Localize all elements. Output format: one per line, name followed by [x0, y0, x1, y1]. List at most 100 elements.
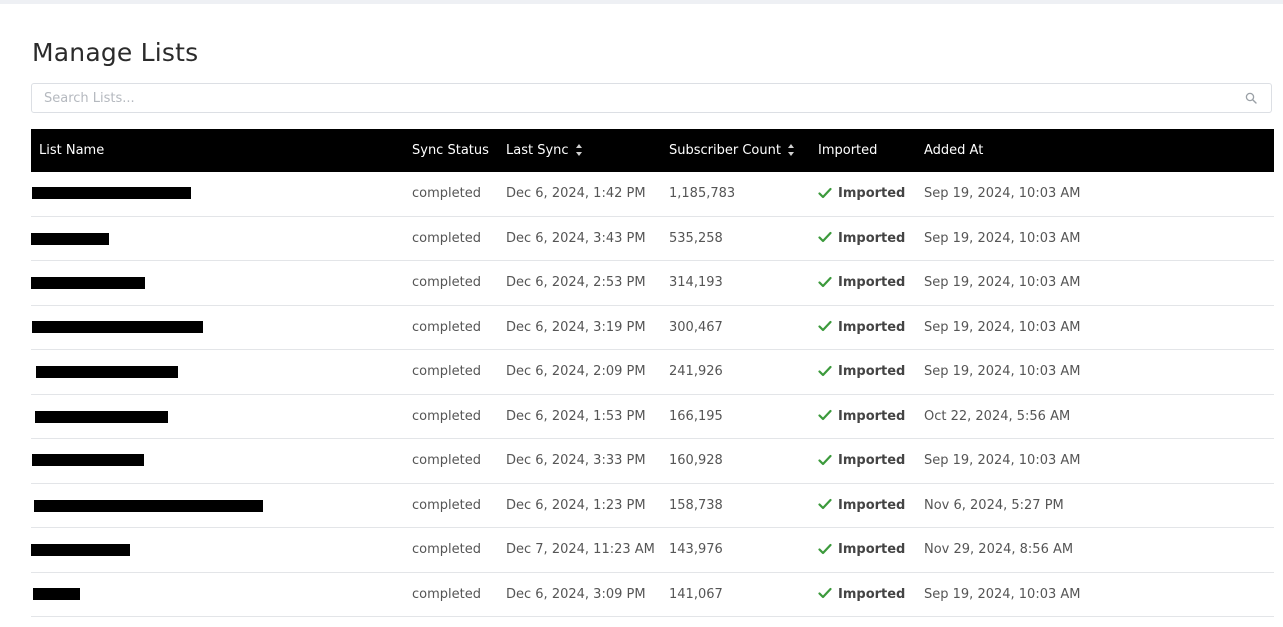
list-name-cell[interactable]: [31, 439, 401, 483]
imported-cell: Imported: [818, 439, 905, 483]
table-row[interactable]: completed Dec 6, 2024, 1:53 PM 166,195 Impo…: [31, 395, 1274, 439]
table-body: completed Dec 6, 2024, 1:42 PM 1,185,783 Im…: [31, 172, 1274, 617]
subscriber-count-cell: 143,976: [669, 542, 723, 557]
imported-cell: Imported: [818, 573, 905, 617]
imported-status: Imported: [838, 497, 906, 513]
imported-cell: Imported: [818, 306, 905, 350]
added-at-cell: Sep 19, 2024, 10:03 AM: [924, 275, 1081, 290]
last-sync-cell: Dec 7, 2024, 11:23 AM: [506, 542, 655, 557]
check-icon: [818, 498, 832, 510]
subscriber-count-cell: 314,193: [669, 275, 723, 290]
subscriber-count-cell: 535,258: [669, 230, 723, 246]
table-header: List Name Sync Status Last Sync Subscrib…: [31, 129, 1274, 172]
imported-status: Imported: [838, 230, 906, 246]
subscriber-count-cell: 166,195: [669, 408, 723, 424]
last-sync-cell: Dec 6, 2024, 3:33 PM: [506, 453, 646, 468]
list-name-cell[interactable]: [31, 528, 401, 572]
sync-status-cell: completed: [412, 586, 481, 602]
imported-status: Imported: [838, 319, 906, 335]
redacted-list-name: [34, 499, 263, 512]
added-at-cell: Nov 29, 2024, 8:56 AM: [924, 542, 1074, 557]
list-name-cell[interactable]: [31, 395, 401, 439]
last-sync-cell: Dec 6, 2024, 3:09 PM: [506, 586, 646, 602]
subscriber-count-cell: 300,467: [669, 319, 723, 335]
header-sync-status: Sync Status: [412, 143, 489, 158]
top-bar: [0, 0, 1283, 4]
sync-status-cell: completed: [412, 497, 481, 513]
added-at-cell: Sep 19, 2024, 10:03 AM: [924, 453, 1081, 468]
imported-cell: Imported: [818, 528, 905, 572]
added-at-cell: Sep 19, 2024, 10:03 AM: [924, 364, 1081, 379]
table-row[interactable]: completed Dec 6, 2024, 3:43 PM 535,258 Impo…: [31, 217, 1274, 261]
sync-status-cell: completed: [412, 186, 481, 201]
added-at-cell: Oct 22, 2024, 5:56 AM: [924, 408, 1071, 424]
last-sync-cell: Dec 6, 2024, 1:42 PM: [506, 186, 646, 201]
table-row[interactable]: completed Dec 6, 2024, 1:23 PM 158,738 Impo…: [31, 484, 1274, 528]
redacted-list-name: [31, 544, 130, 556]
search-icon[interactable]: [1245, 92, 1257, 104]
check-icon: [818, 187, 832, 198]
imported-cell: Imported: [818, 172, 905, 216]
check-icon: [818, 409, 832, 421]
sort-icon[interactable]: [575, 142, 583, 158]
header-list-name: List Name: [39, 143, 105, 158]
lists-table: List Name Sync Status Last Sync Subscrib…: [31, 129, 1274, 617]
check-icon: [818, 320, 832, 332]
last-sync-cell: Dec 6, 2024, 2:09 PM: [506, 364, 646, 379]
imported-status: Imported: [838, 275, 906, 290]
header-subscriber-count[interactable]: Subscriber Count: [669, 129, 795, 172]
list-name-cell[interactable]: [31, 172, 401, 216]
subscriber-count-cell: 160,928: [669, 453, 723, 468]
imported-cell: Imported: [818, 261, 905, 305]
header-last-sync[interactable]: Last Sync: [506, 129, 583, 172]
table-row[interactable]: completed Dec 6, 2024, 3:33 PM 160,928 Impo…: [31, 439, 1274, 484]
last-sync-cell: Dec 6, 2024, 2:53 PM: [506, 275, 646, 290]
subscriber-count-cell: 241,926: [669, 364, 723, 379]
list-name-cell[interactable]: [31, 306, 401, 350]
header-last-sync-label: Last Sync: [506, 143, 569, 158]
imported-cell: Imported: [818, 217, 905, 261]
redacted-list-name: [31, 232, 109, 245]
redacted-list-name: [31, 277, 145, 289]
search-input[interactable]: [44, 84, 1224, 112]
check-icon: [818, 276, 832, 287]
redacted-list-name: [32, 187, 191, 199]
sync-status-cell: completed: [412, 230, 481, 246]
list-name-cell[interactable]: [31, 573, 401, 617]
header-added-at: Added At: [924, 143, 984, 158]
redacted-list-name: [32, 454, 144, 466]
list-name-cell[interactable]: [31, 484, 401, 528]
table-row[interactable]: completed Dec 6, 2024, 3:09 PM 141,067 Impo…: [31, 573, 1274, 617]
table-row[interactable]: completed Dec 6, 2024, 2:09 PM 241,926 Impo…: [31, 350, 1274, 395]
table-row[interactable]: completed Dec 6, 2024, 2:53 PM 314,193 Impo…: [31, 261, 1274, 306]
redacted-list-name: [36, 366, 178, 378]
list-name-cell[interactable]: [31, 261, 401, 305]
imported-status: Imported: [838, 186, 906, 201]
search-box[interactable]: [31, 83, 1272, 113]
check-icon: [818, 231, 832, 243]
list-name-cell[interactable]: [31, 217, 401, 261]
subscriber-count-cell: 141,067: [669, 586, 723, 602]
last-sync-cell: Dec 6, 2024, 3:19 PM: [506, 319, 646, 335]
sync-status-cell: completed: [412, 542, 481, 557]
sort-icon[interactable]: [787, 142, 795, 158]
sync-status-cell: completed: [412, 275, 481, 290]
sync-status-cell: completed: [412, 319, 481, 335]
check-icon: [818, 587, 832, 599]
sync-status-cell: completed: [412, 364, 481, 379]
table-row[interactable]: completed Dec 7, 2024, 11:23 AM 143,976 Imp…: [31, 528, 1274, 573]
last-sync-cell: Dec 6, 2024, 3:43 PM: [506, 230, 646, 246]
table-row[interactable]: completed Dec 6, 2024, 1:42 PM 1,185,783 Im…: [31, 172, 1274, 217]
header-subscriber-count-label: Subscriber Count: [669, 143, 781, 158]
imported-status: Imported: [838, 453, 906, 468]
check-icon: [818, 365, 832, 376]
imported-status: Imported: [838, 408, 906, 424]
imported-cell: Imported: [818, 395, 905, 439]
check-icon: [818, 454, 832, 465]
table-row[interactable]: completed Dec 6, 2024, 3:19 PM 300,467 Impo…: [31, 306, 1274, 350]
imported-cell: Imported: [818, 350, 905, 394]
list-name-cell[interactable]: [31, 350, 401, 394]
subscriber-count-cell: 1,185,783: [669, 186, 736, 201]
added-at-cell: Sep 19, 2024, 10:03 AM: [924, 586, 1081, 602]
added-at-cell: Sep 19, 2024, 10:03 AM: [924, 319, 1081, 335]
